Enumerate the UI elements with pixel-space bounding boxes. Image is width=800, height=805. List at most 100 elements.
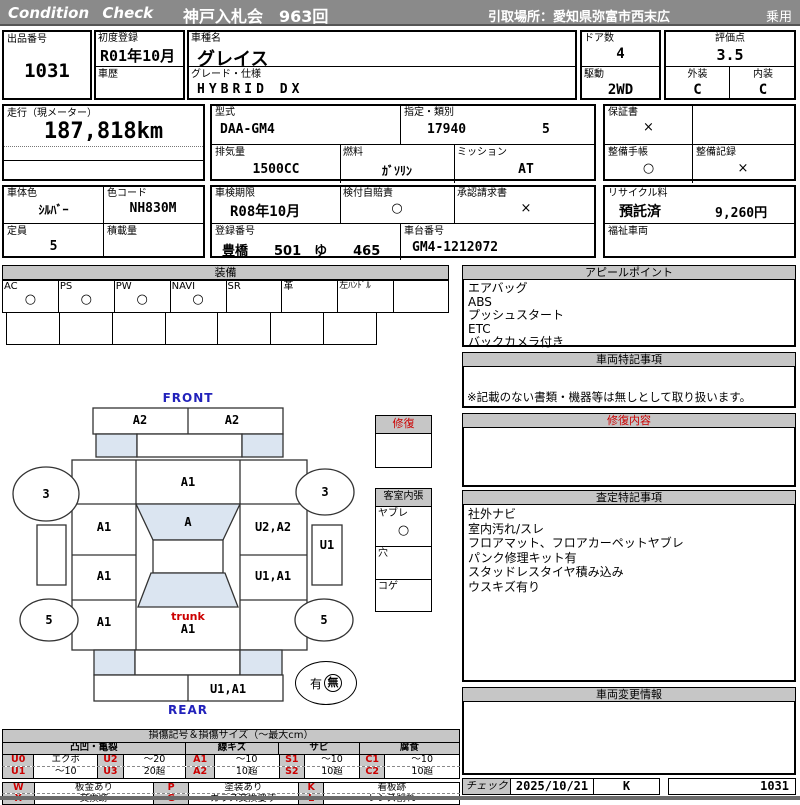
body-color-label: 車体色 (7, 188, 37, 199)
equipment-mark: ○ (136, 292, 148, 307)
legend-size-row: U1 ～10 U3 20超 A2 10超 S2 10超 C2 10超 (2, 766, 460, 779)
assessment-line: スタッドレスタイヤ積み込み (468, 565, 624, 579)
legend-code: P (154, 783, 189, 793)
first-registration-value: R01年10月 (100, 47, 176, 65)
displacement-value: 1500CC (252, 162, 300, 177)
legend-desc: 塗装あり (189, 783, 299, 793)
interior-burn-label: コゲ (378, 581, 398, 592)
mark-front-bumper-right: A2 (224, 413, 240, 427)
interior-label: 内装 (753, 69, 773, 80)
legend-code: W (3, 783, 35, 793)
displacement-label: 排気量 (215, 147, 245, 158)
auction-title: 神戸入札会 963回 (183, 7, 329, 26)
approval-mark: × (520, 201, 532, 216)
divider (212, 223, 594, 224)
lot-number-box: 出品番号 1031 (2, 30, 92, 100)
equipment-empty-cell (59, 313, 113, 345)
assessment-line: 室内汚れ/スレ (468, 521, 545, 536)
legend-desc: 10超 (305, 767, 360, 778)
equipment-label: NAVI (171, 281, 196, 292)
legend-desc: ～20 (124, 755, 187, 766)
legend-group-row: 凸凹・亀裂 線キズ サビ 腐食 (2, 743, 460, 754)
check-row: チェック 2025/10/21 K (462, 778, 660, 795)
legend-group: サビ (279, 743, 360, 754)
legend-desc: 看板跡 (324, 783, 460, 793)
class-sub-number: 5 (542, 122, 550, 137)
mark-rear-wheel-right: 5 (320, 613, 328, 627)
mark-trunk: A1 (180, 622, 196, 636)
damage-legend: 損傷記号＆損傷サイズ（～最大cm） 凸凹・亀裂 線キズ サビ 腐食 U0 エクボ… (2, 729, 460, 805)
model-name-box: 車種名 グレイス グレード・仕様 HYBRID DX (187, 30, 577, 100)
equipment-cell-lhd: 左ﾊﾝﾄﾞﾙ (338, 280, 395, 313)
legend-code: U3 (98, 767, 124, 778)
interior-trim-box: 客室内張 ヤブレ ○ 穴 コゲ (375, 488, 432, 612)
interior-tear-section: ヤブレ ○ (376, 507, 431, 547)
legend-desc: 10超 (385, 767, 460, 778)
divider (400, 106, 401, 144)
doors-value: 4 (616, 46, 625, 62)
exterior-label: 外装 (687, 69, 708, 80)
capacity-label: 定員 (7, 226, 27, 237)
equipment-label: 革 (283, 281, 294, 292)
maintenance-book-label: 整備手帳 (608, 147, 648, 158)
score-label: 評価点 (715, 33, 745, 44)
model-code-label: 型式 (215, 107, 235, 118)
score-box: 評価点 3.5 外装 C 内装 C (664, 30, 796, 100)
equipment-label: PS (59, 281, 73, 292)
equipment-label: 左ﾊﾝﾄﾞﾙ (339, 281, 371, 291)
legend-desc: エクボ (34, 755, 99, 766)
check-inspector: K (622, 779, 631, 793)
equipment-label: AC (4, 281, 18, 292)
legend-desc: ～10 (215, 755, 280, 766)
change-info-body (462, 702, 796, 775)
fuel-value: ｶﾞｿﾘﾝ (381, 164, 412, 178)
maintenance-record-label: 整備記録 (696, 147, 736, 158)
recycle-label: リサイクル料 (608, 188, 668, 199)
divider (582, 66, 659, 67)
drive-value: 2WD (607, 82, 634, 98)
assessment-line: 社外ナビ (468, 507, 517, 521)
check-date: 2025/10/21 (511, 779, 594, 794)
legend-code: U0 (3, 755, 35, 766)
legend-desc: 20超 (124, 767, 187, 778)
usage-type: 乗用 (765, 10, 792, 25)
interior-value: C (758, 82, 768, 98)
documents-box: 保証書 × 整備手帳 ○ 整備記録 × (603, 104, 796, 183)
equipment-label: PW (115, 281, 132, 292)
equipment-cell-pw: PW ○ (114, 280, 171, 313)
equipment-label: SR (227, 281, 241, 292)
presence-yes: 有 (309, 676, 322, 691)
repair-mini-box: 修復 (375, 415, 432, 468)
model-name-label: 車種名 (191, 33, 221, 44)
divider (4, 146, 203, 147)
legend-extra-row: W 板金あり P 塗装あり K 看板跡 (2, 782, 460, 793)
maintenance-record-mark: × (737, 161, 749, 176)
mark-cowl: A1 (180, 475, 196, 489)
legend-code: K (298, 783, 325, 793)
equipment-cell-ac: AC ○ (2, 280, 59, 313)
equipment-row: AC ○ PS ○ PW ○ NAVI ○ SR 革 左ﾊﾝﾄﾞﾙ (2, 280, 450, 313)
shaken-label: 車検期限 (215, 188, 255, 199)
legend-desc: 10超 (215, 767, 280, 778)
equipment-mark: ○ (24, 292, 37, 307)
class-number: 17940 (427, 122, 467, 137)
equipment-empty-cell (324, 313, 378, 345)
interior-tear-mark: ○ (397, 523, 410, 538)
mark-side-right: U1 (319, 538, 335, 552)
interior-tear-label: ヤブレ (378, 508, 408, 519)
inspection-box: 車検期限 R08年10月 検付自賠責 ○ 承認請求書 × 登録番号 豊橋 501… (210, 185, 596, 260)
appeal-body: エアバッグ ABS プッシュスタート ETC バックカメラ付き (462, 280, 796, 349)
assessment-line: フロアマット、フロアカーペットヤブレ (468, 536, 684, 550)
interior-burn-section: コゲ (376, 580, 431, 612)
interior-hole-label: 穴 (378, 548, 388, 559)
model-code-value: DAA-GM4 (220, 122, 275, 137)
welfare-label: 福祉車両 (608, 226, 648, 237)
color-code-value: NH830M (129, 201, 177, 216)
recycle-fee: 9,260円 (715, 206, 768, 221)
divider (189, 66, 575, 67)
mileage-value: 187,818km (43, 119, 164, 144)
appeal-line: ETC (468, 321, 491, 336)
lot-number-label: 出品番号 (7, 34, 47, 45)
legend-desc: ～10 (34, 767, 99, 778)
equipment-cell-blank (394, 280, 450, 313)
